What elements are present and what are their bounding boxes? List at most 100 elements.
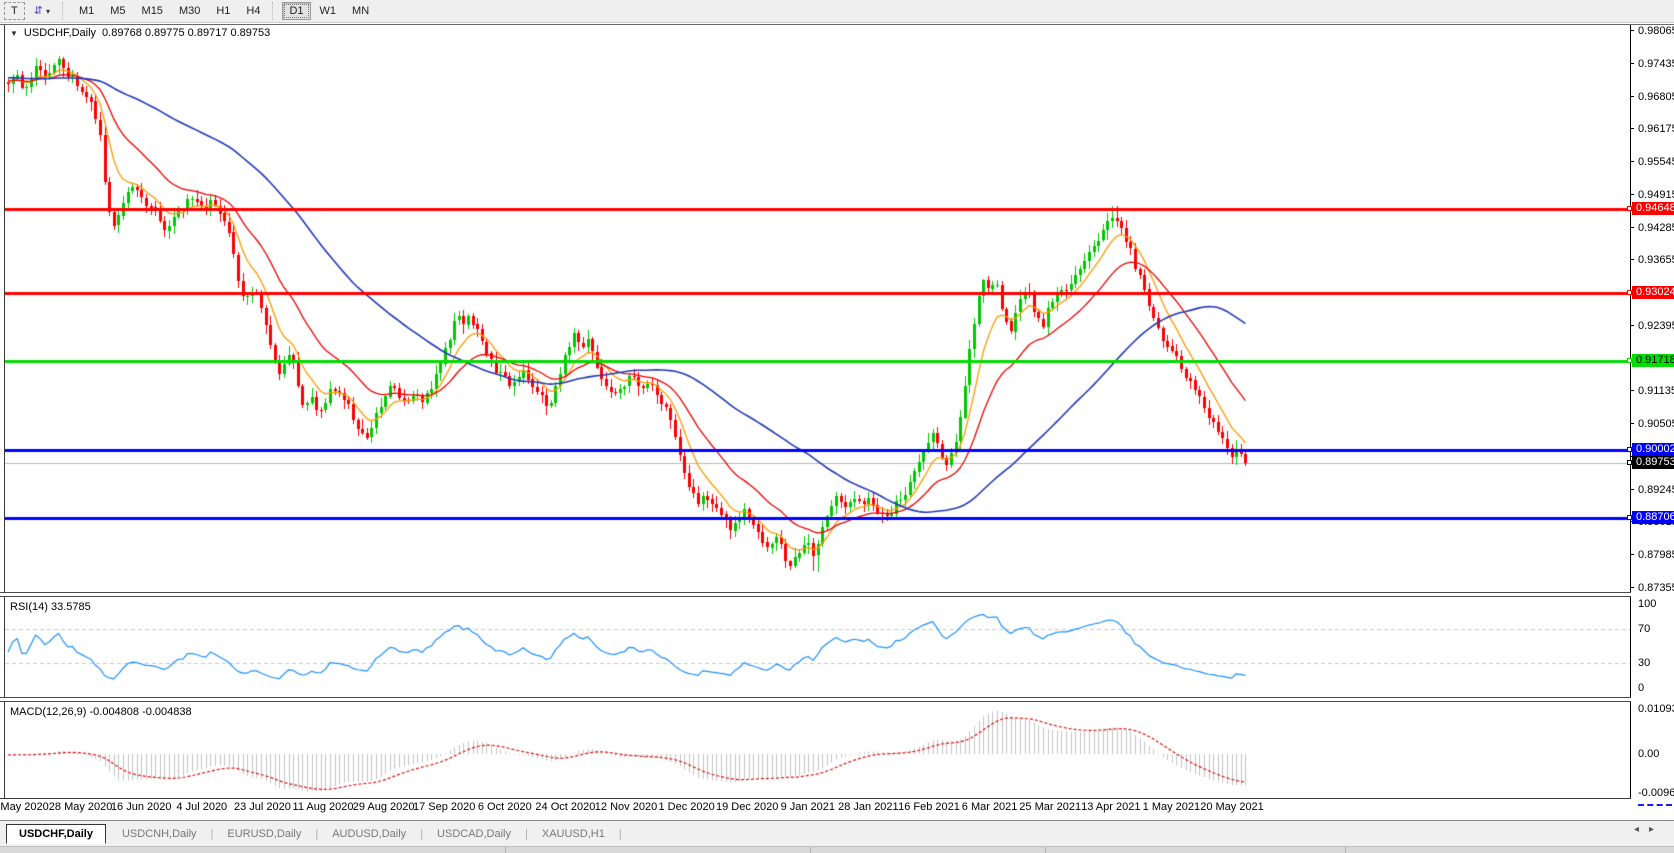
date-label: 1 Dec 2020 [658,801,715,813]
macd-axis-tick: 0.00 [1638,748,1660,760]
date-label: 24 Oct 2020 [535,801,596,813]
level-anchor-square [1627,460,1632,466]
date-label: 6 Mar 2021 [961,801,1018,813]
date-label: 29 Aug 2020 [352,801,415,813]
price-tick: 0.92395 [1630,320,1674,332]
chart-symbol-period: USDCHF,Daily [23,27,97,39]
price-tick: 0.87985 [1630,549,1674,561]
level-anchor-square [1627,514,1632,520]
chart-window-top-border [0,24,1674,25]
price-tick: 0.98065 [1630,25,1674,37]
main-chart-canvas[interactable] [5,26,1630,592]
terminal-window: T ⇵ ▾ M1 M5 M15 M30 H1 H4 D1 W1 MN ▼ USDCHF,Dail… [0,0,1674,853]
price-tick: 0.93655 [1630,254,1674,266]
resistance-level-label: 0.94648 [1627,201,1674,215]
tab-scroll-right-icon[interactable]: ▸ [1649,824,1664,835]
support-level-label: 0.90002 [1627,443,1674,457]
tab-scroll-arrows[interactable]: ◂▸ [1634,824,1664,835]
date-label: 23 Jul 2020 [233,801,291,813]
price-tick: 0.90505 [1630,418,1674,430]
macd-indicator-values: -0.004808 -0.004838 [89,706,192,718]
rsi-indicator-value: 33.5785 [50,601,91,613]
price-tick: 0.96175 [1630,123,1674,135]
toolbar-separator [272,2,277,20]
macd-pane-canvas[interactable] [5,702,1630,798]
price-tick: 0.89245 [1630,484,1674,496]
date-label: 20 May 2021 [1200,801,1264,813]
chart-tab-usdcad[interactable]: USDCAD,Daily [425,825,523,843]
macd-axis-tick: -0.009653 [1638,787,1674,800]
date-label: 9 May 2020 [0,801,49,813]
chart-tab-eurusd[interactable]: EURUSD,Daily [215,825,313,843]
timeframe-button-h1[interactable]: H1 [209,2,237,20]
tab-divider: | [420,827,424,840]
date-label: 11 Aug 2020 [292,801,354,813]
date-label: 9 Jan 2021 [780,801,836,813]
rsi-axis-tick: 0 [1638,682,1645,694]
timeframe-button-d1[interactable]: D1 [282,2,311,20]
rsi-pane-canvas[interactable] [5,597,1630,697]
tab-scroll-left-icon[interactable]: ◂ [1634,824,1649,835]
chart-tab-usdchf[interactable]: USDCHF,Daily [6,823,106,844]
date-label: 17 Sep 2020 [412,801,476,813]
toolbar-separator [61,2,67,20]
date-label: 19 Dec 2020 [715,801,779,813]
price-axis-line[interactable] [1630,25,1631,798]
macd-axis-tick: 0.010933 [1638,703,1674,716]
rsi-indicator-name: RSI(14) [10,601,48,613]
rsi-axis-tick: 70 [1638,623,1651,636]
timeframe-button-h4[interactable]: H4 [239,2,267,20]
price-tick: 0.96805 [1630,91,1674,103]
date-label: 4 Jul 2020 [176,801,228,813]
chart-title: ▼ USDCHF,Daily 0.89768 0.89775 0.89717 0… [10,27,270,39]
level-anchor-square [1627,447,1632,453]
timeframe-toolbar: T ⇵ ▾ M1 M5 M15 M30 H1 H4 D1 W1 MN [0,0,1674,23]
level-anchor-square [1627,290,1632,296]
support-level-label: 0.88706 [1627,510,1674,524]
price-tick: 0.94915 [1630,189,1674,201]
tab-divider: | [210,827,214,840]
chart-menu-arrow-icon[interactable]: ▼ [10,29,18,38]
price-tick: 0.87355 [1630,582,1674,594]
date-label: 16 Feb 2021 [898,801,960,813]
rsi-axis-tick: 30 [1638,656,1651,669]
timeframe-button-m15[interactable]: M15 [135,2,170,20]
timeframe-button-m5[interactable]: M5 [103,2,132,20]
tab-divider: | [525,827,528,840]
chart-bottom-border [0,798,1631,799]
timeframe-button-m1[interactable]: M1 [72,2,101,20]
chevron-down-icon: ▾ [45,6,50,16]
chart-tab-audusd[interactable]: AUDUSD,Daily [320,825,418,843]
tab-divider: | [618,827,622,840]
chart-ohlc-quotes: 0.89768 0.89775 0.89717 0.89753 [102,27,271,39]
macd-pane-label: MACD(12,26,9) -0.004808 -0.004838 [10,706,192,718]
axis-end-marker [1638,799,1672,806]
current-price-level-label: 0.89753 [1627,456,1674,470]
resistance-level-label: 0.93024 [1627,286,1674,300]
timeframe-buttons: M1 M5 M15 M30 H1 H4 D1 W1 MN [71,2,377,20]
date-label: 13 Apr 2021 [1081,801,1141,813]
chart-tab-xauusd[interactable]: XAUUSD,H1 [530,825,617,843]
date-label: 16 Jun 2020 [110,801,172,813]
tab-divider: | [315,827,319,840]
date-label: 6 Oct 2020 [477,801,532,813]
chart-tab-bar: USDCHF,Daily USDCNH,Daily | EURUSD,Daily | AU… [0,820,1674,846]
chart-tab-usdcnh[interactable]: USDCNH,Daily [110,825,209,843]
date-label: 12 Nov 2020 [594,801,658,813]
timeframe-button-m30[interactable]: M30 [172,2,207,20]
pivot-level-label: 0.91718 [1627,354,1674,368]
macd-indicator-name: MACD(12,26,9) [10,706,87,718]
text-tool-button[interactable]: T [4,2,25,20]
price-tick: 0.94285 [1630,222,1674,234]
timeframe-button-w1[interactable]: W1 [313,2,344,20]
date-label: 1 May 2021 [1142,801,1201,813]
date-label: 28 Jan 2021 [838,801,899,813]
price-tick: 0.95545 [1630,156,1674,168]
timeframe-button-mn[interactable]: MN [345,2,376,20]
date-label: 25 Mar 2021 [1019,801,1082,813]
date-label: 28 May 2020 [48,801,113,813]
arrows-icon: ⇵ [33,4,43,17]
objects-arrows-button[interactable]: ⇵ ▾ [27,2,57,20]
rsi-axis-tick: 100 [1638,598,1657,610]
status-strip [0,846,1674,853]
